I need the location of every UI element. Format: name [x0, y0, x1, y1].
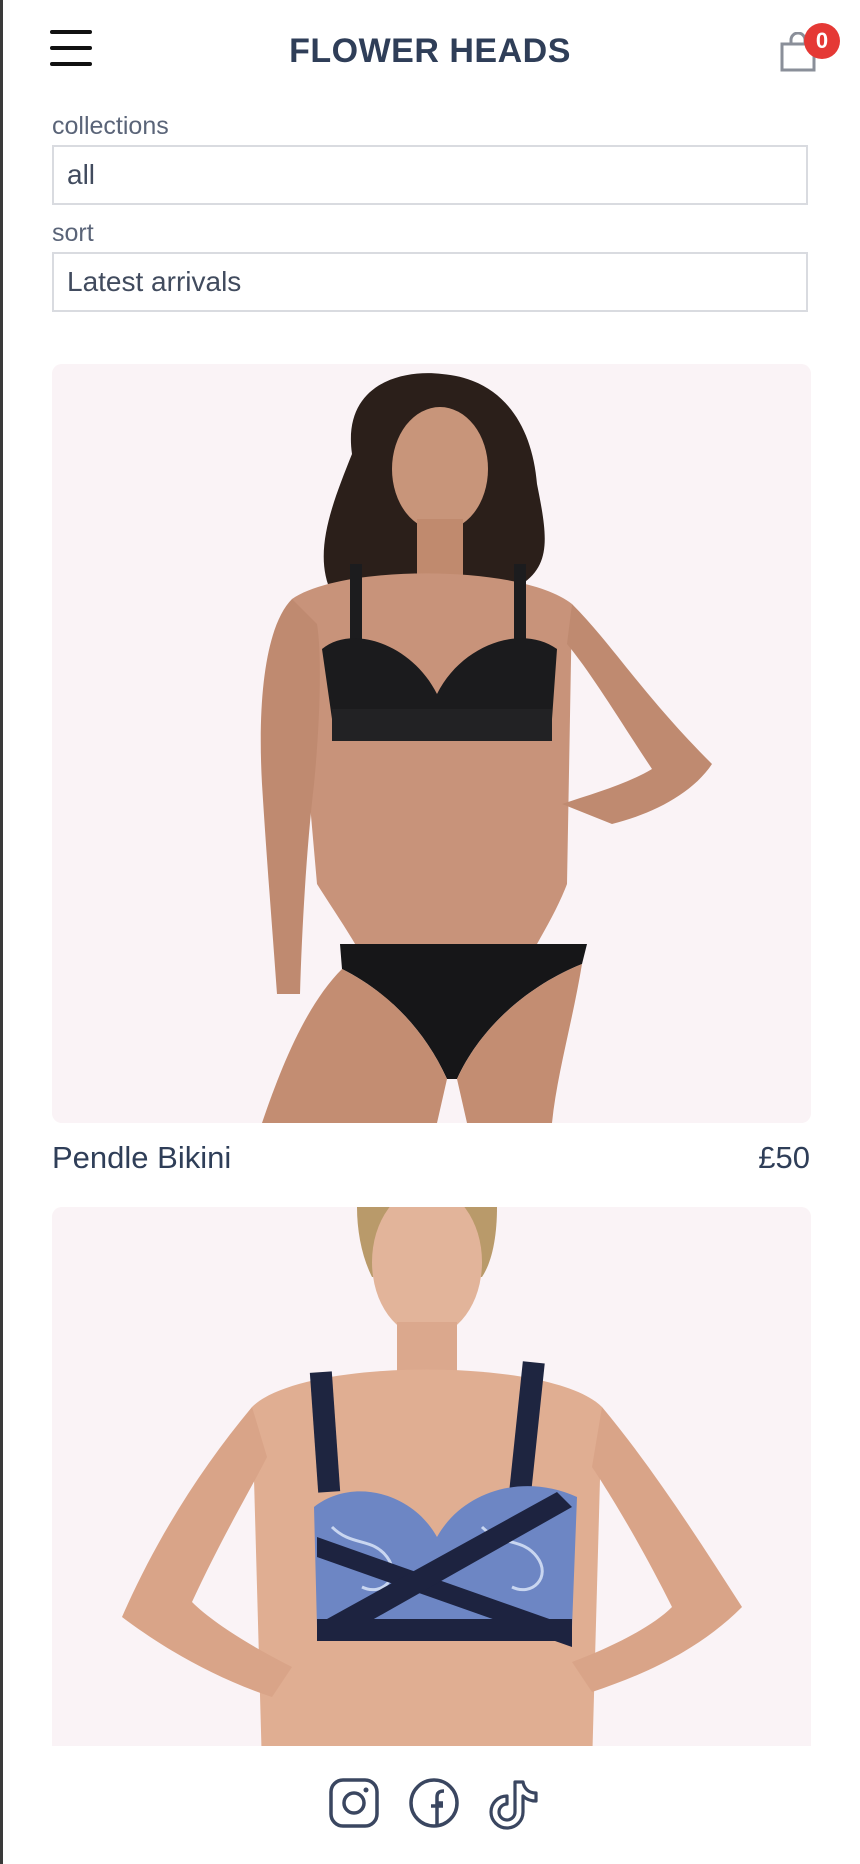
instagram-icon[interactable]	[327, 1776, 381, 1830]
tiktok-icon[interactable]	[487, 1776, 541, 1830]
facebook-icon[interactable]	[407, 1776, 461, 1830]
sort-value: Latest arrivals	[67, 266, 242, 297]
product-price: £50	[758, 1140, 810, 1175]
social-footer	[3, 1746, 860, 1864]
product-name[interactable]: Pendle Bikini	[52, 1140, 231, 1176]
product-image-pendle-bikini[interactable]	[52, 364, 811, 1123]
collections-label: collections	[52, 112, 169, 140]
collections-value: all	[67, 159, 96, 190]
cart-count-badge: 0	[804, 23, 840, 59]
window-edge	[0, 0, 3, 1864]
model-photo-paisley-bikini	[52, 1207, 811, 1767]
cart-button[interactable]: 0	[774, 23, 840, 74]
sort-select[interactable]: Latest arrivals	[52, 252, 808, 312]
collections-select[interactable]: all	[52, 145, 808, 205]
model-photo-black-bikini	[52, 364, 811, 1123]
sort-label: sort	[52, 219, 94, 247]
brand-logo[interactable]: FLOWER HEADS	[0, 32, 860, 71]
product-image-paisley-bikini[interactable]	[52, 1207, 811, 1767]
page: FLOWER HEADS 0 collections all sort Late…	[0, 0, 860, 1864]
